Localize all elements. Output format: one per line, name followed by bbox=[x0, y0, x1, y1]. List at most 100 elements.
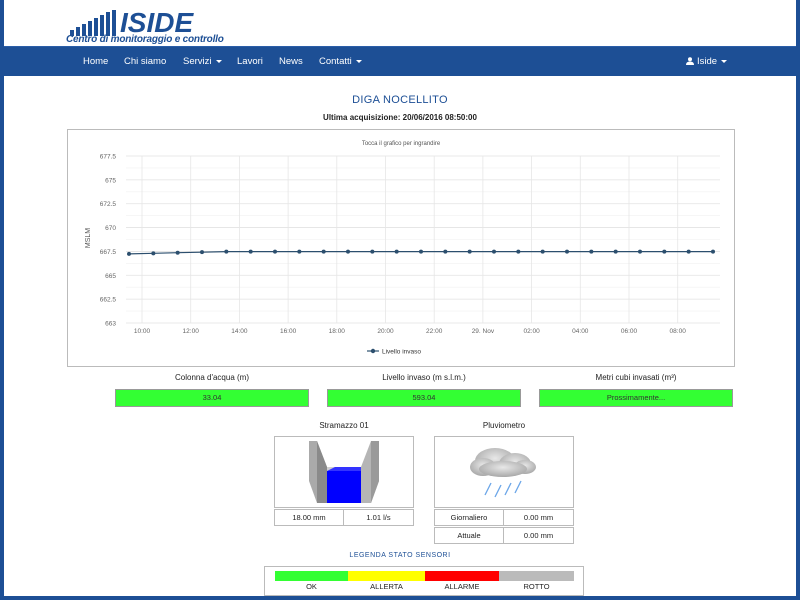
nav-home[interactable]: Home bbox=[83, 47, 108, 77]
data-point[interactable] bbox=[540, 249, 545, 254]
y-tick-label: 662.5 bbox=[100, 297, 117, 304]
data-point[interactable] bbox=[151, 251, 156, 256]
data-point[interactable] bbox=[370, 249, 375, 254]
y-tick-label: 670 bbox=[105, 225, 116, 232]
data-point[interactable] bbox=[662, 249, 667, 254]
nav-servizi-label: Servizi bbox=[183, 56, 212, 67]
x-tick-label: 22:00 bbox=[426, 328, 443, 335]
legend-swatch-rotto bbox=[499, 571, 574, 581]
nav-contatti[interactable]: Contatti bbox=[319, 47, 362, 77]
sensor-status-legend: OK ALLERTA ALLARME ROTTO bbox=[264, 566, 584, 596]
y-axis-label: MSLM bbox=[85, 228, 92, 248]
stat-label-metri-cubi: Metri cubi invasati (m³) bbox=[595, 373, 677, 382]
x-tick-label: 12:00 bbox=[183, 328, 200, 335]
legend-label-allarme: ALLARME bbox=[444, 582, 480, 591]
level-chart[interactable]: Tocca il grafico per ingrandire 677.5 675… bbox=[67, 129, 735, 367]
x-tick-label: 10:00 bbox=[134, 328, 151, 335]
nav-lavori[interactable]: Lavori bbox=[237, 47, 263, 77]
user-icon bbox=[686, 57, 694, 65]
stat-label-colonna: Colonna d'acqua (m) bbox=[174, 373, 249, 382]
y-tick-label: 675 bbox=[105, 177, 116, 184]
pluviometro-title: Pluviometro bbox=[482, 421, 526, 430]
data-point[interactable] bbox=[273, 249, 277, 254]
legend-label-ok: OK bbox=[306, 582, 317, 591]
nav-contatti-label: Contatti bbox=[319, 56, 352, 67]
nav-lavori-label: Lavori bbox=[237, 56, 263, 67]
station-title: DIGA NOCELLITO bbox=[352, 94, 448, 106]
legend-swatch-allerta bbox=[348, 571, 425, 581]
stat-value-livello: 593.04 bbox=[327, 389, 521, 407]
pluvio-daily-value: 0.00 mm bbox=[503, 509, 574, 526]
data-point[interactable] bbox=[175, 250, 180, 255]
y-tick-label: 667.5 bbox=[100, 249, 117, 256]
chart-svg[interactable]: Tocca il grafico per ingrandire 677.5 675… bbox=[68, 130, 734, 366]
legend-swatch-ok bbox=[275, 571, 348, 581]
logo-text: ISIDE bbox=[120, 7, 194, 38]
data-point[interactable] bbox=[224, 249, 229, 254]
pluvio-current-label: Attuale bbox=[434, 527, 504, 544]
chart-title: Tocca il grafico per ingrandire bbox=[362, 141, 441, 147]
nav-servizi[interactable]: Servizi bbox=[183, 47, 222, 77]
data-point[interactable] bbox=[248, 249, 253, 254]
x-tick-label: 08:00 bbox=[670, 328, 687, 335]
stat-label-livello: Livello invaso (m s.l.m.) bbox=[382, 373, 466, 382]
iside-logo[interactable]: ISIDE Centro di monitoraggio e controllo bbox=[66, 6, 226, 46]
rain-cloud-icon bbox=[470, 448, 536, 498]
legend-label-allerta: ALLERTA bbox=[370, 582, 403, 591]
data-point[interactable] bbox=[346, 249, 350, 254]
pluvio-daily-label: Giornaliero bbox=[434, 509, 504, 526]
stramazzo-panel[interactable] bbox=[274, 436, 414, 508]
data-point[interactable] bbox=[711, 249, 715, 254]
data-point[interactable] bbox=[127, 251, 131, 256]
chart-legend[interactable]: Livello invaso bbox=[367, 349, 421, 356]
legend-swatch-allarme bbox=[425, 571, 499, 581]
stat-value-colonna: 33.04 bbox=[115, 389, 309, 407]
pluviometro-panel[interactable] bbox=[434, 436, 574, 508]
stramazzo-height: 18.00 mm bbox=[274, 509, 344, 526]
data-point[interactable] bbox=[516, 249, 521, 254]
acquisition-value: 20/06/2016 08:50:00 bbox=[402, 113, 477, 122]
stramazzo-flow: 1.01 l/s bbox=[343, 509, 414, 526]
data-point[interactable] bbox=[394, 249, 399, 254]
x-tick-label: 29. Nov bbox=[472, 328, 495, 335]
nav-chi-siamo[interactable]: Chi siamo bbox=[124, 47, 166, 77]
data-point[interactable] bbox=[467, 249, 472, 254]
data-point[interactable] bbox=[589, 249, 594, 254]
nav-news-label: News bbox=[279, 56, 303, 67]
nav-chi-siamo-label: Chi siamo bbox=[124, 56, 167, 67]
data-point[interactable] bbox=[613, 249, 618, 254]
x-tick-label: 06:00 bbox=[621, 328, 638, 335]
y-tick-label: 677.5 bbox=[100, 154, 117, 161]
stat-value-metri-cubi: Prossimamente... bbox=[539, 389, 733, 407]
nav-home-label: Home bbox=[83, 56, 109, 67]
logo-subtitle: Centro di monitoraggio e controllo bbox=[66, 34, 224, 45]
legend-title: LEGENDA STATO SENSORI bbox=[349, 552, 451, 559]
x-tick-label: 02:00 bbox=[523, 328, 540, 335]
data-point[interactable] bbox=[297, 249, 302, 254]
caret-down-icon bbox=[215, 59, 222, 63]
acquisition-label: Ultima acquisizione: bbox=[323, 113, 401, 122]
nav-user-label: Iside bbox=[697, 56, 718, 67]
x-tick-label: 14:00 bbox=[231, 328, 248, 335]
stramazzo-title: Stramazzo 01 bbox=[319, 421, 369, 430]
y-tick-label: 663 bbox=[105, 321, 116, 328]
caret-down-icon bbox=[721, 59, 728, 63]
page-frame: ISIDE Centro di monitoraggio e controllo… bbox=[4, 0, 796, 596]
x-tick-label: 16:00 bbox=[280, 328, 297, 335]
main-navbar: Home Chi siamo Servizi Lavori News Conta… bbox=[4, 46, 796, 76]
data-point[interactable] bbox=[321, 249, 326, 254]
data-point[interactable] bbox=[443, 249, 448, 254]
last-acquisition: Ultima acquisizione: 20/06/2016 08:50:00 bbox=[4, 113, 796, 122]
data-point[interactable] bbox=[686, 249, 691, 254]
data-point[interactable] bbox=[200, 250, 204, 255]
data-point[interactable] bbox=[565, 249, 569, 254]
weir-icon bbox=[309, 441, 379, 503]
nav-user-menu[interactable]: Iside bbox=[686, 47, 728, 77]
data-point[interactable] bbox=[419, 249, 423, 254]
legend-label-rotto: ROTTO bbox=[523, 582, 550, 591]
data-point[interactable] bbox=[492, 249, 496, 254]
legend-marker-icon bbox=[370, 348, 376, 354]
data-point[interactable] bbox=[638, 249, 642, 254]
x-tick-label: 20:00 bbox=[377, 328, 394, 335]
nav-news[interactable]: News bbox=[279, 47, 303, 77]
